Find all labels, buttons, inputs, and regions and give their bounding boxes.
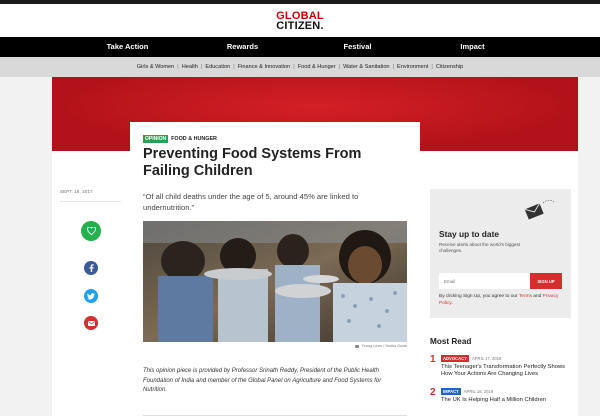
most-read-meta: IMPACT APRIL 16, 2019 <box>441 387 571 395</box>
most-read-rank: 2 <box>430 386 436 398</box>
most-read-headline[interactable]: The UK Is Helping Half a Million Childre… <box>441 397 571 404</box>
topic-food-hunger[interactable]: Food & Hunger <box>295 64 339 70</box>
article-topic[interactable]: FOOD & HUNGER <box>171 136 217 142</box>
most-read-body: ADVOCACY APRIL 17, 2019 This Teenager's … <box>441 355 571 379</box>
opinion-badge[interactable]: OPINION <box>143 134 169 143</box>
camera-icon <box>355 344 360 348</box>
most-read-meta: ADVOCACY APRIL 17, 2019 <box>441 355 571 362</box>
most-read-date: APRIL 16, 2019 <box>463 388 494 394</box>
topic-health[interactable]: Health <box>179 64 201 70</box>
most-read-item[interactable]: 1 ADVOCACY APRIL 17, 2019 This Teenager'… <box>430 355 571 379</box>
signup-terms: By clicking Sign Up, you agree to our Te… <box>439 294 562 307</box>
pull-quote: “Of all child deaths under the age of 5,… <box>143 192 359 212</box>
envelope-icon <box>524 199 555 220</box>
logo-line-1: GLOBAL <box>276 9 324 22</box>
share-facebook-button[interactable] <box>84 261 98 275</box>
signup-title: Stay up to date <box>439 229 500 239</box>
topic-finance-innovation[interactable]: Finance & Innovation <box>235 64 294 70</box>
global-citizen-logo[interactable]: GLOBAL CITIZEN. <box>276 9 324 32</box>
nav-take-action[interactable]: Take Action <box>70 37 185 57</box>
signup-description: Receive alerts about the world's biggest… <box>439 242 521 253</box>
article-photo <box>143 221 407 342</box>
brand-bar: GLOBAL CITIZEN. <box>0 4 600 37</box>
nav-impact[interactable]: Impact <box>415 37 530 57</box>
topic-education[interactable]: Education <box>202 64 233 70</box>
signup-form: SIGN UP <box>439 273 562 289</box>
article-tags: OPINION FOOD & HUNGER <box>143 134 408 143</box>
nav-festival[interactable]: Festival <box>300 37 415 57</box>
email-input[interactable] <box>439 273 530 289</box>
most-read-title: Most Read <box>430 337 472 346</box>
newsletter-signup: Stay up to date Receive alerts about the… <box>430 189 571 318</box>
most-read-rank: 1 <box>430 354 436 365</box>
article-title: Preventing Food Systems From Failing Chi… <box>143 146 362 179</box>
photo-credit: Young Lives / Sarika Gulati <box>355 344 407 348</box>
heart-icon <box>86 227 96 235</box>
main-nav: Take Action Rewards Festival Impact <box>0 37 600 57</box>
mail-icon <box>87 320 95 326</box>
terms-prefix: By clicking Sign Up, you agree to our <box>439 294 519 299</box>
favorite-button[interactable] <box>81 221 101 241</box>
sign-up-button[interactable]: SIGN UP <box>530 273 562 289</box>
photo-children-eating <box>143 221 407 342</box>
most-read-date: APRIL 17, 2019 <box>471 356 502 361</box>
terms-suffix: . <box>451 300 453 306</box>
most-read-item[interactable]: 2 IMPACT APRIL 16, 2019 The UK Is Helpin… <box>430 386 571 404</box>
topic-girls-women[interactable]: Girls & Women <box>134 64 178 70</box>
nav-rewards[interactable]: Rewards <box>185 37 300 57</box>
topic-nav: Girls & Women | Health | Education | Financ… <box>0 57 600 77</box>
article-date: SEPT. 16, 2017 <box>60 189 93 194</box>
terms-link[interactable]: Terms <box>519 294 532 299</box>
share-twitter-button[interactable] <box>84 289 98 303</box>
article-intro: This opinion piece is provided by Profes… <box>143 368 382 393</box>
advocacy-badge[interactable]: ADVOCACY <box>441 355 469 362</box>
most-read-headline[interactable]: This Teenager's Transformation Perfectly… <box>441 364 571 379</box>
topic-environment[interactable]: Environment <box>394 64 431 70</box>
share-email-button[interactable] <box>84 316 98 330</box>
topic-water-sanitation[interactable]: Water & Sanitation <box>340 64 392 70</box>
twitter-icon <box>87 292 95 300</box>
article-card: OPINION FOOD & HUNGER Preventing Food Sy… <box>130 122 420 416</box>
topic-citizenship[interactable]: Citizenship <box>433 64 466 70</box>
logo-line-2: CITIZEN. <box>276 19 324 32</box>
facebook-icon <box>89 264 94 272</box>
terms-mid: and <box>531 294 543 299</box>
most-read: Most Read 1 ADVOCACY APRIL 17, 2019 This… <box>430 337 571 413</box>
photo-credit-text: Young Lives / Sarika Gulati <box>361 344 407 348</box>
date-divider <box>60 201 121 202</box>
impact-badge[interactable]: IMPACT <box>441 387 461 395</box>
most-read-body: IMPACT APRIL 16, 2019 The UK Is Helping … <box>441 387 571 404</box>
